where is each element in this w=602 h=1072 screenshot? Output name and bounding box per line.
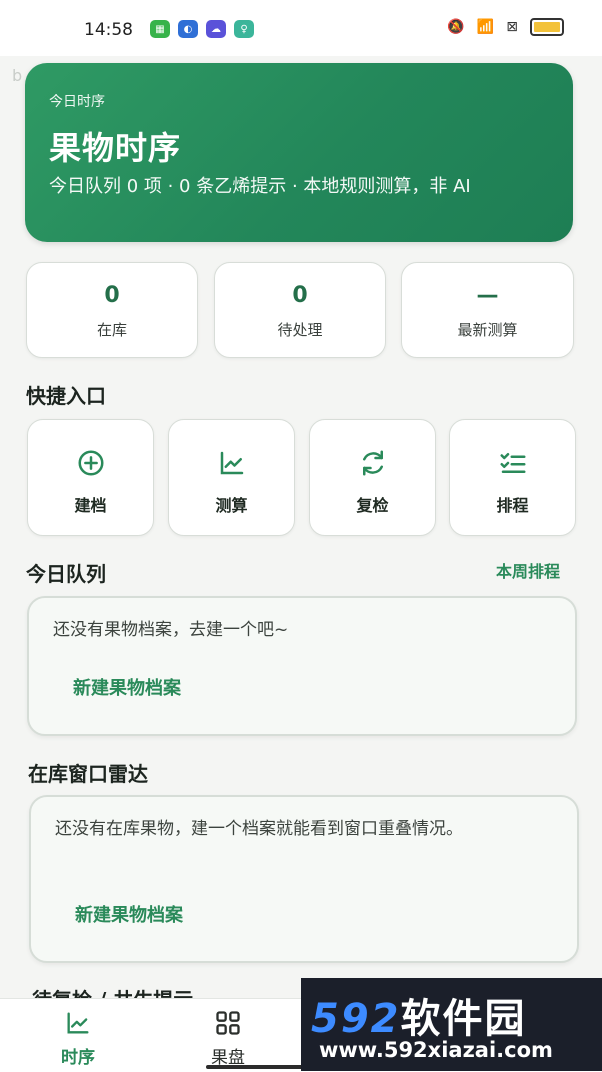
stat-in-stock[interactable]: 0 在库 — [26, 262, 198, 358]
quick-calc-button[interactable]: 测算 — [168, 419, 295, 536]
watermark-logo: 592软件园 — [311, 996, 527, 1042]
hero-eyebrow: 今日时序 — [49, 94, 105, 110]
stat-label: 在库 — [96, 321, 127, 339]
grid-icon — [216, 1011, 240, 1035]
quick-label: 建档 — [74, 496, 107, 515]
empty-state-text: 还没有在库果物，建一个档案就能看到窗口重叠情况。 — [55, 819, 463, 839]
stat-label: 最新测算 — [457, 321, 518, 339]
refresh-icon — [362, 450, 383, 476]
quick-label: 排程 — [496, 496, 529, 515]
create-fruit-record-button[interactable]: 新建果物档案 — [73, 674, 181, 700]
status-bar: 14:58 ▦ ◐ ☁ ♀ 🔕 📶 ⊠ — [0, 0, 602, 56]
empty-state-text: 还没有果物档案，去建一个吧~ — [53, 620, 289, 640]
app-notification-icon: ☁ — [206, 20, 226, 38]
hero-title: 果物时序 — [49, 129, 182, 167]
status-time: 14:58 — [84, 20, 133, 40]
stat-pending[interactable]: 0 待处理 — [214, 262, 386, 358]
chart-line-icon — [220, 451, 243, 475]
watermark-overlay: 592软件园 www.592xiazai.com — [301, 978, 602, 1071]
hero-banner: 今日时序 果物时序 今日队列 0 项 · 0 条乙烯提示 · 本地规则测算，非 … — [25, 63, 573, 242]
quick-schedule-button[interactable]: 排程 — [449, 419, 576, 536]
chart-line-icon — [67, 1012, 89, 1034]
stat-latest-calc[interactable]: — 最新测算 — [401, 262, 574, 358]
stat-value: — — [476, 283, 499, 308]
stat-value: 0 — [104, 283, 120, 308]
sim-icon: ⊠ — [506, 19, 518, 35]
section-title-today-queue: 今日队列 — [26, 562, 106, 586]
weekly-schedule-link[interactable]: 本周排程 — [496, 558, 560, 582]
nav-tab-timeline[interactable]: 时序 — [28, 1009, 128, 1068]
app-notification-icon: ◐ — [178, 20, 198, 38]
section-title-radar: 在库窗口雷达 — [28, 762, 148, 786]
add-circle-icon — [78, 450, 103, 476]
battery-icon — [530, 18, 564, 36]
app-notification-icon: ♀ — [234, 20, 254, 38]
nav-tab-fruit-plate[interactable]: 果盘 — [178, 1009, 278, 1068]
background-artifact-text: b — [12, 66, 23, 85]
wifi-icon: 📶 — [476, 19, 495, 35]
quick-label: 测算 — [215, 496, 248, 515]
create-fruit-record-button[interactable]: 新建果物档案 — [75, 901, 183, 927]
stat-value: 0 — [292, 283, 308, 308]
section-title-quick-entry: 快捷入口 — [26, 384, 106, 408]
app-notification-icon: ▦ — [150, 20, 170, 38]
hero-subtitle: 今日队列 0 项 · 0 条乙烯提示 · 本地规则测算，非 AI — [49, 176, 471, 197]
quick-label: 复检 — [356, 496, 389, 515]
quick-create-button[interactable]: 建档 — [27, 419, 154, 536]
stat-label: 待处理 — [277, 321, 323, 339]
nav-tab-label: 时序 — [61, 1048, 95, 1068]
radar-empty-card: 还没有在库果物，建一个档案就能看到窗口重叠情况。 新建果物档案 — [29, 795, 579, 963]
status-system-icons: 🔕 📶 ⊠ — [447, 18, 564, 36]
quick-recheck-button[interactable]: 复检 — [309, 419, 436, 536]
checklist-icon — [500, 453, 525, 473]
vibrate-icon: 🔕 — [447, 19, 465, 35]
status-app-icons: ▦ ◐ ☁ ♀ — [150, 20, 254, 38]
watermark-url: www.592xiazai.com — [319, 1038, 553, 1062]
today-queue-empty-card: 还没有果物档案，去建一个吧~ 新建果物档案 — [27, 596, 577, 736]
